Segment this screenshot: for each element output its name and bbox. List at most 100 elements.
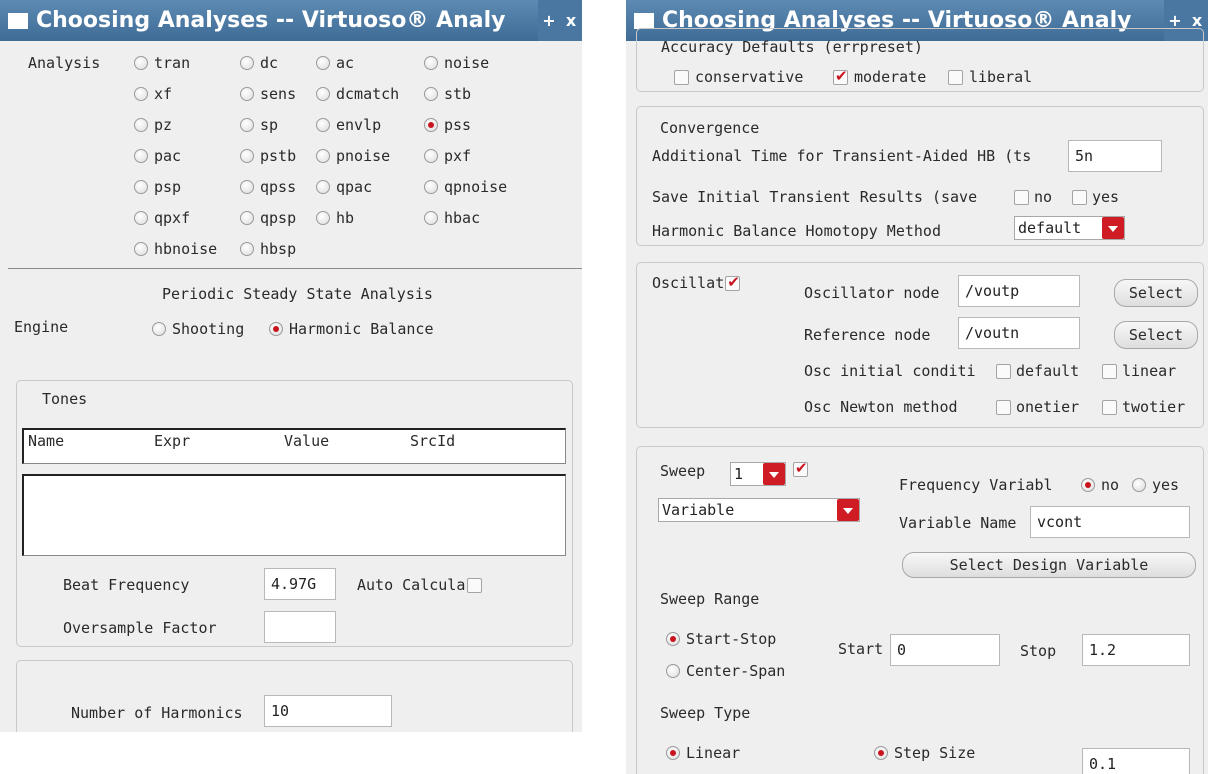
linear-radio[interactable]: Linear (666, 744, 740, 762)
homotopy-dropdown[interactable]: default (1014, 216, 1125, 240)
engine-shooting-radio[interactable]: Shooting (152, 320, 244, 338)
var-name-input[interactable]: vcont (1030, 506, 1190, 538)
homotopy-label: Harmonic Balance Homotopy Method (652, 222, 941, 240)
liberal-checkbox[interactable]: liberal (948, 68, 1032, 86)
sweep-type-dropdown[interactable]: Variable (658, 498, 860, 522)
tones-table-body[interactable] (22, 474, 566, 556)
save-initial-yes-checkbox[interactable]: yes (1072, 188, 1119, 206)
radio-icon (134, 180, 148, 194)
radio-selected-icon (666, 632, 680, 646)
analysis-radio-pac[interactable]: pac (134, 147, 181, 165)
harmonics-input[interactable]: 10 (264, 695, 392, 727)
freq-var-yes-radio[interactable]: yes (1132, 476, 1179, 494)
osc-newton-onetier-checkbox[interactable]: onetier (996, 398, 1079, 416)
transient-aided-input[interactable]: 5n (1068, 140, 1162, 172)
chevron-down-icon (1102, 217, 1124, 239)
analysis-radio-dcmatch[interactable]: dcmatch (316, 85, 399, 103)
start-stop-label: Start-Stop (686, 630, 777, 648)
osc-init-linear-label: linear (1122, 362, 1177, 380)
analysis-radio-tran[interactable]: tran (134, 54, 190, 72)
maximize-icon[interactable]: + (538, 0, 560, 41)
analysis-option-label: stb (444, 85, 472, 103)
analysis-radio-xf[interactable]: xf (134, 85, 172, 103)
auto-calculate-label: Auto Calcula (357, 576, 466, 594)
analysis-option-label: pss (444, 116, 472, 134)
sweep-enable-checkbox[interactable] (793, 459, 808, 477)
ref-node-select-button[interactable]: Select (1114, 321, 1198, 349)
osc-init-default-checkbox[interactable]: default (996, 362, 1079, 380)
stop-input[interactable]: 1.2 (1082, 634, 1190, 666)
radio-icon (152, 322, 166, 336)
engine-hb-radio[interactable]: Harmonic Balance (269, 320, 434, 338)
sweep-count-dropdown[interactable]: 1 (730, 462, 786, 486)
radio-icon (316, 180, 330, 194)
window-menu-icon[interactable] (634, 13, 654, 29)
analysis-radio-qpxf[interactable]: qpxf (134, 209, 190, 227)
moderate-checkbox[interactable]: moderate (833, 67, 926, 86)
col-name: Name (28, 432, 65, 450)
beat-frequency-input[interactable]: 4.97G (264, 568, 336, 600)
sweep-label: Sweep (660, 462, 706, 480)
osc-init-linear-checkbox[interactable]: linear (1102, 362, 1176, 380)
analysis-radio-ac[interactable]: ac (316, 54, 354, 72)
radio-icon (134, 56, 148, 70)
analysis-radio-stb[interactable]: stb (424, 85, 471, 103)
analysis-radio-sp[interactable]: sp (240, 116, 278, 134)
left-dialog: Choosing Analyses -- Virtuoso® Analy + x… (0, 0, 582, 732)
osc-newton-twotier-checkbox[interactable]: twotier (1102, 398, 1185, 416)
analysis-option-label: hbnoise (154, 240, 218, 258)
osc-init-default-label: default (1016, 362, 1080, 380)
center-span-radio[interactable]: Center-Span (666, 662, 785, 680)
radio-icon (134, 242, 148, 256)
analysis-radio-hb[interactable]: hb (316, 209, 354, 227)
analysis-radio-pxf[interactable]: pxf (424, 147, 471, 165)
window-menu-icon[interactable] (8, 13, 28, 29)
step-size-input[interactable]: 0.1 (1082, 748, 1190, 774)
checkbox-icon (674, 69, 689, 85)
analysis-radio-pnoise[interactable]: pnoise (316, 147, 390, 165)
analysis-option-label: pstb (260, 147, 297, 165)
start-stop-radio[interactable]: Start-Stop (666, 630, 776, 648)
analysis-radio-envlp[interactable]: envlp (316, 116, 381, 134)
accuracy-label: Accuracy Defaults (errpreset) (661, 38, 923, 56)
freq-var-no-radio[interactable]: no (1081, 476, 1119, 494)
checkbox-icon (1102, 399, 1117, 415)
start-input[interactable]: 0 (890, 634, 1000, 666)
conservative-checkbox[interactable]: conservative (674, 68, 803, 86)
auto-calculate-checkbox[interactable]: Auto Calcula (357, 576, 483, 594)
oversample-input[interactable] (264, 611, 336, 643)
close-icon[interactable]: x (560, 0, 582, 41)
title-bar: Choosing Analyses -- Virtuoso® Analy + x (0, 0, 582, 41)
ref-node-input[interactable]: /voutn (958, 317, 1080, 349)
radio-icon (316, 211, 330, 225)
analysis-radio-dc[interactable]: dc (240, 54, 278, 72)
analysis-radio-qpnoise[interactable]: qpnoise (424, 178, 507, 196)
select-design-variable-button[interactable]: Select Design Variable (902, 552, 1196, 578)
osc-newton-onetier-label: onetier (1016, 398, 1080, 416)
analysis-radio-hbsp[interactable]: hbsp (240, 240, 296, 258)
analysis-radio-psp[interactable]: psp (134, 178, 181, 196)
oscillator-checkbox[interactable]: Oscillat (652, 273, 741, 292)
analysis-radio-qpac[interactable]: qpac (316, 178, 372, 196)
analysis-option-label: psp (154, 178, 182, 196)
osc-node-input[interactable]: /voutp (958, 275, 1080, 307)
analysis-radio-hbnoise[interactable]: hbnoise (134, 240, 217, 258)
center-span-label: Center-Span (686, 662, 786, 680)
checkbox-icon (996, 399, 1011, 415)
save-initial-no-checkbox[interactable]: no (1014, 188, 1052, 206)
analysis-option-label: hbac (444, 209, 481, 227)
analysis-radio-pstb[interactable]: pstb (240, 147, 296, 165)
analysis-radio-noise[interactable]: noise (424, 54, 489, 72)
step-size-radio[interactable]: Step Size (874, 744, 975, 762)
analysis-radio-qpsp[interactable]: qpsp (240, 209, 296, 227)
engine-label: Engine (14, 318, 69, 336)
analysis-radio-pz[interactable]: pz (134, 116, 172, 134)
analysis-radio-pss[interactable]: pss (424, 116, 471, 134)
analysis-radio-qpss[interactable]: qpss (240, 178, 296, 196)
sweep-group (636, 446, 1204, 774)
osc-node-select-button[interactable]: Select (1114, 279, 1198, 307)
col-value: Value (284, 432, 330, 450)
analysis-radio-hbac[interactable]: hbac (424, 209, 480, 227)
analysis-radio-sens[interactable]: sens (240, 85, 296, 103)
checkbox-icon (467, 577, 483, 593)
